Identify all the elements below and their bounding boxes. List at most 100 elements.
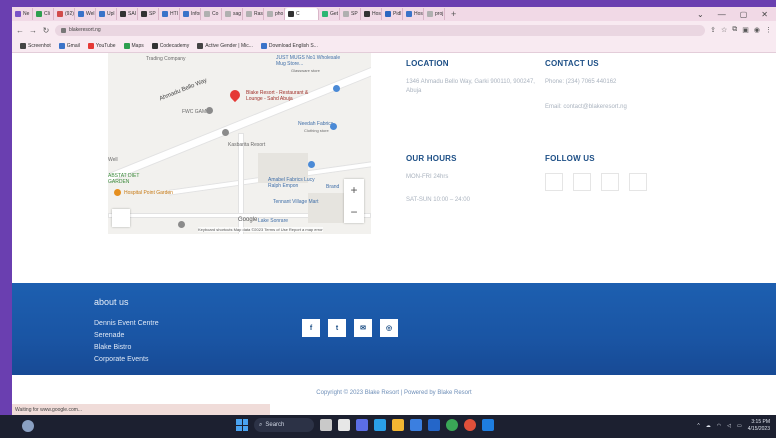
contact-phone[interactable]: Phone: (234) 7065 440162 <box>545 78 695 87</box>
forward-icon[interactable]: → <box>29 26 37 35</box>
browser-tab[interactable]: Upl <box>96 8 117 20</box>
browser-tab[interactable]: proj <box>424 8 445 20</box>
chrome-icon[interactable] <box>446 419 458 431</box>
bookmark-item[interactable]: Active Gender | Mic... <box>197 42 253 49</box>
new-tab-button[interactable]: + <box>445 9 462 19</box>
store-icon[interactable] <box>410 419 422 431</box>
clock-time: 3:15 PM <box>751 419 770 425</box>
bookmark-item[interactable]: YouTube <box>87 42 116 49</box>
browser-tab[interactable]: SP <box>340 8 361 20</box>
status-bubble: Waiting for www.google.com... <box>12 404 270 415</box>
place-icon[interactable] <box>178 221 185 228</box>
taskbar-search[interactable]: ⌕ Search <box>254 418 314 432</box>
maximize-icon[interactable]: ▢ <box>740 10 748 19</box>
sidebar-icon[interactable]: ▣ <box>742 26 749 34</box>
email-icon[interactable] <box>601 173 619 191</box>
browser-tab[interactable]: Wel <box>75 8 96 20</box>
shop-icon[interactable] <box>333 85 340 92</box>
minimize-icon[interactable]: — <box>718 10 726 19</box>
widgets-icon[interactable] <box>320 419 332 431</box>
wifi-icon[interactable]: ◠ <box>717 423 721 429</box>
browser-tab[interactable]: sag <box>222 8 243 20</box>
bookmark-item[interactable]: Download English S... <box>260 42 318 49</box>
edge-icon[interactable] <box>374 419 386 431</box>
menu-icon[interactable]: ⋮ <box>765 26 772 34</box>
shop-icon[interactable] <box>330 123 337 130</box>
bookmark-item[interactable]: Codecademy <box>151 42 189 49</box>
browser-tab[interactable]: Ne <box>12 8 33 20</box>
windows-start-icon[interactable] <box>236 419 248 431</box>
tab-favicon-icon <box>246 11 252 17</box>
browser-tab[interactable]: Infor <box>180 8 201 20</box>
tab-label: Infor <box>191 11 201 17</box>
place-icon[interactable] <box>206 107 213 114</box>
app-icon[interactable] <box>464 419 476 431</box>
browser-tab[interactable]: Ras <box>243 8 264 20</box>
facebook-icon[interactable] <box>545 173 563 191</box>
email-icon[interactable]: ✉ <box>354 319 372 337</box>
browser-tab[interactable]: C <box>285 8 319 20</box>
instagram-icon[interactable]: ◎ <box>380 319 398 337</box>
place-icon[interactable] <box>222 129 229 136</box>
task-view-icon[interactable] <box>338 419 350 431</box>
profile-icon[interactable]: ◉ <box>754 26 760 34</box>
browser-tab[interactable]: (92) <box>54 8 75 20</box>
footer-link[interactable]: Corporate Events <box>94 354 159 366</box>
browser-tab[interactable]: HTI <box>159 8 180 20</box>
zoom-out-button[interactable]: − <box>350 205 357 219</box>
browser-tab[interactable]: SP <box>138 8 159 20</box>
browser-tab[interactable]: pho <box>264 8 285 20</box>
contact-email[interactable]: Email: contact@blakeresort.ng <box>545 103 695 112</box>
zoom-in-button[interactable]: + <box>350 183 357 197</box>
browser-tab[interactable]: Hos <box>361 8 382 20</box>
share-icon[interactable]: ⇪ <box>710 26 716 34</box>
location-pin-icon[interactable] <box>227 87 243 103</box>
teams-icon[interactable] <box>356 419 368 431</box>
twitter-icon[interactable]: t <box>328 319 346 337</box>
browser-tab[interactable]: Hos <box>403 8 424 20</box>
mail-icon[interactable] <box>428 419 440 431</box>
map-road-label: Ahmadu Bello Way <box>158 77 209 103</box>
bookmark-item[interactable]: Screenhot <box>20 42 51 49</box>
tab-label: Ne <box>23 11 30 17</box>
cloud-icon[interactable]: ☁ <box>706 423 711 429</box>
clock[interactable]: 3:15 PM 4/15/2023 <box>748 419 770 433</box>
browser-tab[interactable]: Cli <box>33 8 54 20</box>
bookmark-star-icon[interactable]: ☆ <box>721 26 727 34</box>
taskbar: ⌕ Search ^ ☁ ◠ ◁ ▭ 3:15 PM 4/15/2023 <box>0 415 776 438</box>
app-icon[interactable] <box>482 419 494 431</box>
tab-favicon-icon <box>36 11 42 17</box>
hospital-icon[interactable] <box>114 189 121 196</box>
system-tray: ^ ☁ ◠ ◁ ▭ 3:15 PM 4/15/2023 <box>697 419 770 433</box>
facebook-icon[interactable]: f <box>302 319 320 337</box>
follow-heading: FOLLOW US <box>545 154 595 163</box>
browser-tab[interactable]: Get <box>319 8 340 20</box>
browser-tab[interactable]: Co <box>201 8 222 20</box>
twitter-icon[interactable] <box>573 173 591 191</box>
footer-link[interactable]: Dennis Event Centre <box>94 318 159 330</box>
browser-tab[interactable]: SAI <box>117 8 138 20</box>
reload-icon[interactable]: ↻ <box>42 26 50 35</box>
url-field[interactable]: blakeresort.ng <box>55 24 706 36</box>
location-heading: LOCATION <box>406 59 449 68</box>
map[interactable]: Trading Company Ahmadu Bello Way JUST MU… <box>108 53 371 234</box>
footer-link[interactable]: Blake Bistro <box>94 342 159 354</box>
chevron-up-icon[interactable]: ^ <box>697 423 699 429</box>
browser-tab[interactable]: Pidl <box>382 8 403 20</box>
weather-icon[interactable] <box>22 420 34 432</box>
file-explorer-icon[interactable] <box>392 419 404 431</box>
instagram-icon[interactable] <box>629 173 647 191</box>
street-view-button[interactable] <box>112 209 130 227</box>
bookmark-item[interactable]: Maps <box>123 42 144 49</box>
footer-link[interactable]: Serenade <box>94 330 159 342</box>
shop-icon[interactable] <box>308 161 315 168</box>
bookmark-item[interactable]: Gmail <box>58 42 80 49</box>
battery-icon[interactable]: ▭ <box>737 423 742 429</box>
extensions-icon[interactable]: ⧉ <box>732 26 737 34</box>
tab-label: Upl <box>107 11 115 17</box>
back-icon[interactable]: ← <box>16 26 24 35</box>
tab-label: SP <box>351 11 358 17</box>
volume-icon[interactable]: ◁ <box>727 423 731 429</box>
close-icon[interactable]: ✕ <box>761 10 768 19</box>
tab-search-icon[interactable]: ⌄ <box>697 10 704 19</box>
